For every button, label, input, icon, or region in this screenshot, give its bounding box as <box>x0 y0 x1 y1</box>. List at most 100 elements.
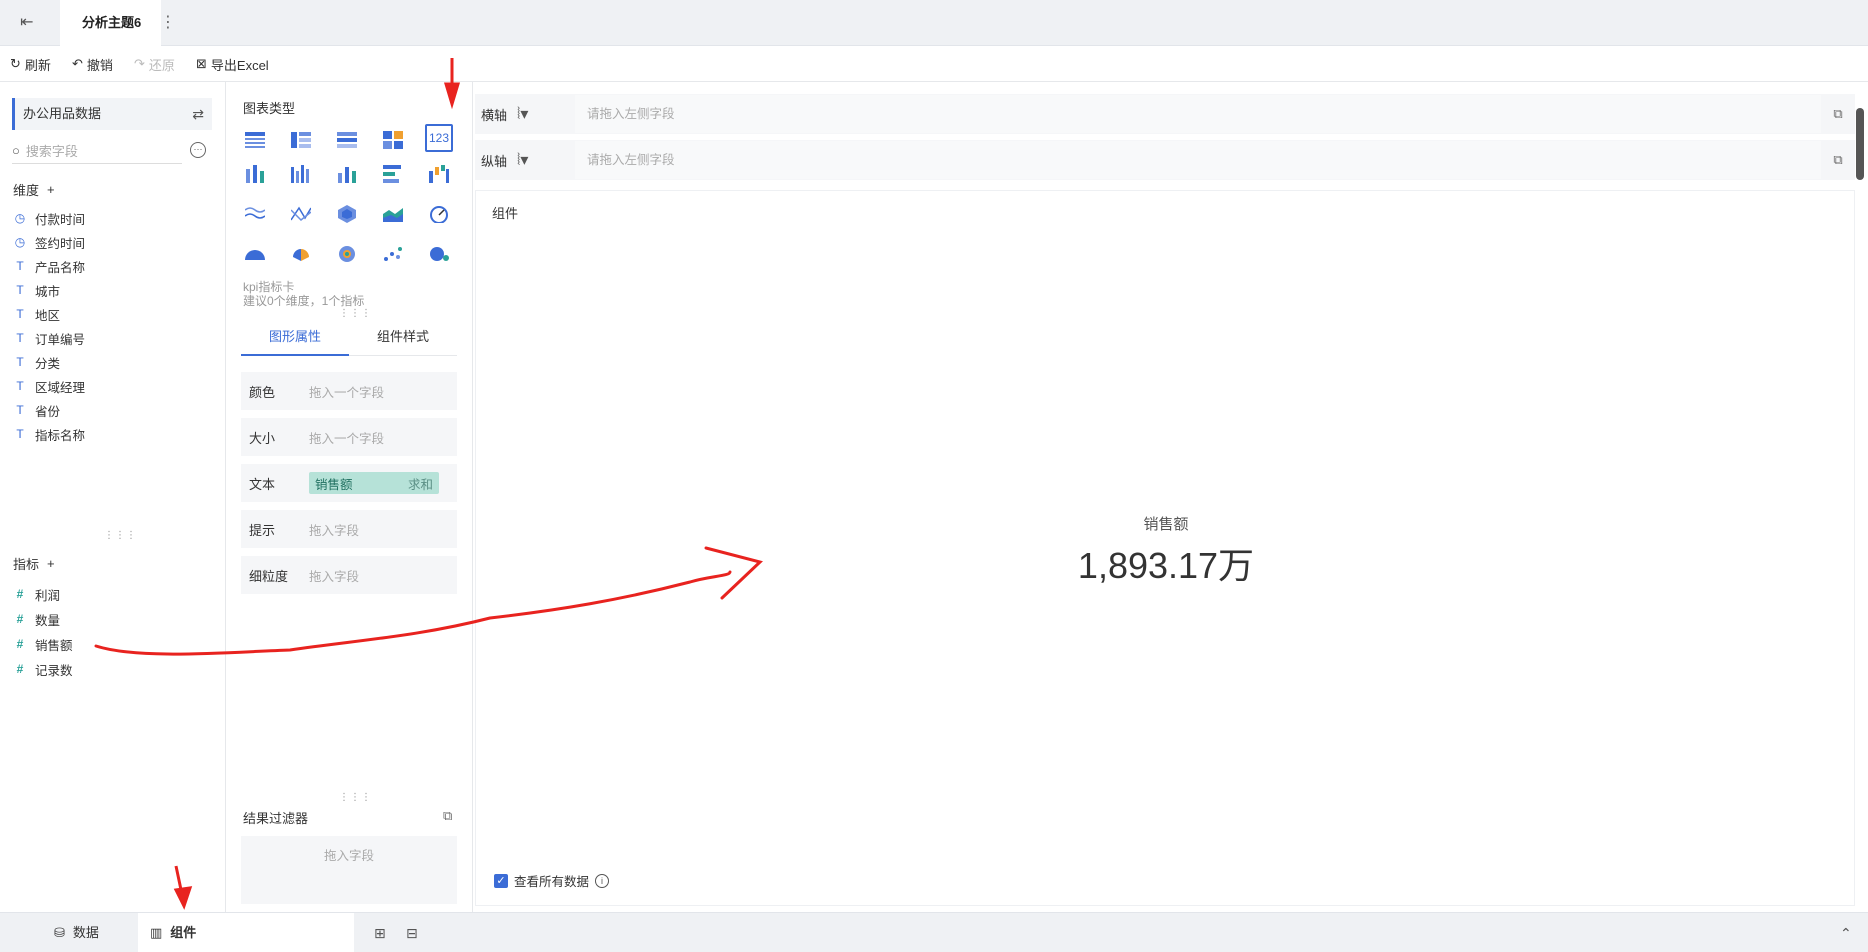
tab-component[interactable]: ▥ 组件 <box>138 913 354 952</box>
search-placeholder: 搜索字段 <box>25 144 78 159</box>
component-title: 组件 <box>492 206 519 221</box>
checkbox-checked-icon[interactable]: ✓ <box>494 873 508 888</box>
axis-placeholder: 请拖入左侧字段 <box>587 153 675 167</box>
scatter-icon[interactable] <box>379 240 407 268</box>
field-label: 签约时间 <box>35 236 86 251</box>
measure-field[interactable]: # 数量 <box>13 609 60 629</box>
refresh-button[interactable]: ↻ 刷新 <box>10 55 51 73</box>
add-measure-icon[interactable]: + <box>47 556 55 571</box>
export-excel-button[interactable]: ⊠ 导出Excel <box>196 55 269 73</box>
radar-line-icon[interactable] <box>287 200 315 228</box>
filter-settings-icon[interactable]: ⧉ <box>443 808 452 824</box>
field-label: 指标名称 <box>35 428 86 443</box>
prop-tooltip[interactable]: 提示 拖入字段 <box>241 510 457 548</box>
undo-button[interactable]: ↶ 撤销 <box>72 55 113 73</box>
view-all-data-checkbox[interactable]: ✓ 查看所有数据 i <box>494 871 610 890</box>
dimension-field[interactable]: T 分类 <box>13 352 60 372</box>
semi-pie-icon[interactable] <box>241 240 269 268</box>
dimension-field[interactable]: T 区域经理 <box>13 376 85 396</box>
add-dimension-icon[interactable]: + <box>47 182 55 197</box>
dimension-field[interactable]: T 地区 <box>13 304 60 324</box>
cross-table-icon[interactable] <box>287 126 315 154</box>
prop-text[interactable]: 文本 销售额 求和 <box>241 464 457 502</box>
more-options-icon[interactable]: ··· <box>190 142 206 158</box>
y-axis-type-icon[interactable]: ⦚▾ <box>517 150 567 170</box>
dimension-field[interactable]: T 订单编号 <box>13 328 85 348</box>
axis-placeholder: 请拖入左侧字段 <box>587 107 675 121</box>
dimension-field[interactable]: ◷ 付款时间 <box>13 208 85 228</box>
text-type-icon: T <box>16 379 24 393</box>
text-type-icon: T <box>16 355 24 369</box>
pie-chart-icon[interactable] <box>287 240 315 268</box>
prop-color[interactable]: 颜色 拖入一个字段 <box>241 372 457 410</box>
dimension-field[interactable]: ◷ 签约时间 <box>13 232 85 252</box>
waterfall-icon[interactable] <box>425 160 453 188</box>
x-axis-settings-icon[interactable]: ⧉ <box>1821 106 1855 122</box>
prop-granularity[interactable]: 细粒度 拖入字段 <box>241 556 457 594</box>
chart-canvas[interactable]: 组件 销售额 1,893.17万 ✓ 查看所有数据 i <box>475 190 1855 906</box>
more-vertical-icon[interactable]: ⋮ <box>160 12 176 32</box>
line-chart-icon[interactable] <box>241 200 269 228</box>
kpi-card-icon[interactable]: 123 <box>425 124 453 152</box>
measure-field[interactable]: # 记录数 <box>13 659 73 679</box>
pill-aggregation: 求和 <box>407 477 433 492</box>
prop-label: 文本 <box>249 476 276 492</box>
prop-size[interactable]: 大小 拖入一个字段 <box>241 418 457 456</box>
chart-config-panel: 图表类型 123 kpi指标卡 建议0个维度，1个指标 ⋮⋮⋮ 图形属性 组件样… <box>227 82 473 912</box>
tab-component-style[interactable]: 组件样式 <box>349 318 457 356</box>
add-dashboard-icon[interactable]: ⊟ <box>406 925 418 942</box>
tab-graph-properties[interactable]: 图形属性 <box>241 318 349 356</box>
radar-chart-icon[interactable] <box>333 200 361 228</box>
add-component-icon[interactable]: ⊞ <box>374 925 386 942</box>
rose-chart-icon[interactable] <box>333 240 361 268</box>
y-axis-drop-zone[interactable]: 请拖入左侧字段 <box>575 141 1821 179</box>
field-search[interactable]: ○ 搜索字段 <box>12 138 182 164</box>
horizontal-bar-icon[interactable] <box>379 160 407 188</box>
dimension-field[interactable]: T 城市 <box>13 280 60 300</box>
measure-field[interactable]: # 利润 <box>13 584 60 604</box>
text-type-icon: T <box>16 331 24 345</box>
x-axis-drop-zone[interactable]: 请拖入左侧字段 <box>575 95 1821 133</box>
field-label: 付款时间 <box>35 212 86 227</box>
bubble-icon[interactable] <box>425 240 453 268</box>
area-chart-icon[interactable] <box>379 200 407 228</box>
search-icon: ○ <box>12 143 20 158</box>
kpi-value: 1,893.17万 <box>1077 545 1255 586</box>
treemap-icon[interactable] <box>379 126 407 154</box>
resize-handle[interactable]: ⋮⋮⋮ <box>104 530 137 541</box>
datasource-selector[interactable]: 办公用品数据 ⇄ <box>12 98 212 130</box>
resize-handle[interactable]: ⋮⋮⋮ <box>339 792 372 803</box>
dimension-field[interactable]: T 产品名称 <box>13 256 85 276</box>
bar-chart-icon[interactable] <box>333 160 361 188</box>
switch-datasource-icon[interactable]: ⇄ <box>192 98 204 130</box>
hash-icon: # <box>16 662 24 676</box>
detail-table-icon[interactable] <box>333 126 361 154</box>
chart-icon: ▥ <box>150 925 163 940</box>
undo-icon: ↶ <box>72 56 83 71</box>
tab-analysis-topic[interactable]: 分析主题6 <box>60 0 162 46</box>
table-chart-icon[interactable] <box>241 126 269 154</box>
grouped-bar-icon[interactable] <box>287 160 315 188</box>
exit-icon[interactable]: ⇤ <box>20 14 38 32</box>
measure-field[interactable]: # 销售额 <box>13 634 73 654</box>
y-axis-settings-icon[interactable]: ⧉ <box>1821 152 1855 168</box>
filter-drop-zone[interactable]: 拖入字段 <box>241 836 457 904</box>
prop-label: 大小 <box>249 430 276 446</box>
dimension-title: 维度 <box>13 183 40 198</box>
measure-header: 指标 + <box>13 554 55 573</box>
dimension-field[interactable]: T 省份 <box>13 400 60 420</box>
text-type-icon: T <box>16 427 24 441</box>
redo-button[interactable]: ↷ 还原 <box>134 55 175 73</box>
dimension-field[interactable]: T 指标名称 <box>13 424 85 444</box>
redo-icon: ↷ <box>134 56 145 71</box>
collapse-up-icon[interactable]: ⌃ <box>1840 925 1852 942</box>
vertical-scrollbar[interactable] <box>1856 108 1864 180</box>
gauge-icon[interactable] <box>425 200 453 228</box>
kpi-icon-text: 123 <box>428 131 450 145</box>
text-field-pill[interactable]: 销售额 求和 <box>309 472 439 494</box>
stacked-bar-icon[interactable] <box>241 160 269 188</box>
x-axis-type-icon[interactable]: ⦚▾ <box>517 104 567 124</box>
tab-data[interactable]: ⛁ 数据 <box>40 913 113 952</box>
info-icon[interactable]: i <box>595 873 610 888</box>
text-type-icon: T <box>16 283 24 297</box>
